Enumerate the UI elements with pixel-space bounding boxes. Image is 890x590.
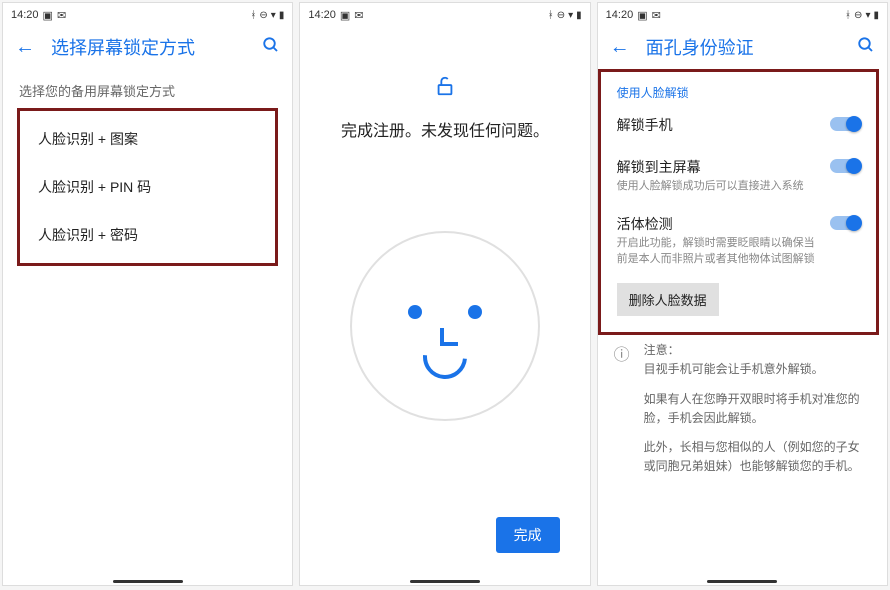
- option-face-password[interactable]: 人脸识别 + 密码: [20, 211, 275, 259]
- delete-face-data-button[interactable]: 删除人脸数据: [617, 283, 719, 316]
- wechat-icon: ✉: [652, 9, 661, 22]
- option-face-pattern[interactable]: 人脸识别 + 图案: [20, 115, 275, 163]
- app-bar-title: 选择屏幕锁定方式: [51, 34, 246, 60]
- unlock-icon: [300, 75, 589, 103]
- face-mouth: [414, 326, 476, 388]
- app-bar-title: 面孔身份验证: [646, 34, 841, 60]
- wifi-icon: ▾: [568, 10, 573, 21]
- setting-title: 活体检测: [617, 214, 820, 234]
- setting-desc: 开启此功能，解锁时需要眨眼睛以确保当前是本人而非照片或者其他物体试图解锁: [617, 236, 820, 267]
- registration-content: 完成注册。未发现任何问题。: [300, 25, 589, 421]
- wechat-icon: ✉: [354, 9, 363, 22]
- registration-message: 完成注册。未发现任何问题。: [300, 117, 589, 141]
- gallery-icon: ▣: [340, 9, 350, 22]
- toggle-unlock-home[interactable]: [830, 159, 860, 173]
- wifi-icon: ▾: [865, 10, 870, 21]
- lock-method-screen: 14:20 ▣ ✉ ᚼ ⊖ ▾ ▮ ← 选择屏幕锁定方式 选择您的备用屏幕锁定方…: [2, 2, 293, 586]
- back-button[interactable]: ←: [15, 36, 35, 59]
- status-time: 14:20: [606, 9, 634, 21]
- status-bar: 14:20 ▣ ✉ ᚼ ⊖ ▾ ▮: [598, 3, 887, 25]
- wifi-icon: ▾: [271, 10, 276, 21]
- info-p3: 此外，长相与您相似的人（例如您的子女或同胞兄弟姐妹）也能够解锁您的手机。: [644, 438, 871, 476]
- highlight-box: 使用人脸解锁 解锁手机 解锁到主屏幕 使用人脸解锁成功后可以直接进入系统 活体检…: [598, 69, 879, 335]
- battery-icon: ▮: [279, 10, 285, 21]
- toggle-liveness[interactable]: [830, 216, 860, 230]
- setting-unlock-phone[interactable]: 解锁手机: [601, 105, 876, 147]
- setting-title: 解锁手机: [617, 115, 820, 135]
- highlight-box: 人脸识别 + 图案 人脸识别 + PIN 码 人脸识别 + 密码: [17, 108, 278, 266]
- battery-icon: ▮: [873, 10, 879, 21]
- dnd-icon: ⊖: [557, 10, 565, 21]
- back-button[interactable]: ←: [610, 36, 630, 59]
- search-button[interactable]: [857, 36, 875, 59]
- app-bar: ← 选择屏幕锁定方式: [3, 25, 292, 69]
- bluetooth-icon: ᚼ: [845, 10, 851, 21]
- option-face-pin[interactable]: 人脸识别 + PIN 码: [20, 163, 275, 211]
- setting-liveness[interactable]: 活体检测 开启此功能，解锁时需要眨眼睛以确保当前是本人而非照片或者其他物体试图解…: [601, 204, 876, 277]
- app-bar: ← 面孔身份验证: [598, 25, 887, 69]
- face-eye-left: [408, 305, 422, 319]
- bluetooth-icon: ᚼ: [250, 10, 256, 21]
- info-heading: 注意：: [644, 343, 680, 357]
- setting-desc: 使用人脸解锁成功后可以直接进入系统: [617, 179, 820, 194]
- done-button[interactable]: 完成: [496, 517, 560, 553]
- wechat-icon: ✉: [57, 9, 66, 22]
- status-time: 14:20: [11, 9, 39, 21]
- gallery-icon: ▣: [637, 9, 647, 22]
- info-p1: 目视手机可能会让手机意外解锁。: [644, 362, 824, 376]
- status-bar: 14:20 ▣ ✉ ᚼ ⊖ ▾ ▮: [3, 3, 292, 25]
- face-auth-settings-screen: 14:20 ▣ ✉ ᚼ ⊖ ▾ ▮ ← 面孔身份验证 使用人脸解锁 解锁手机 解…: [597, 2, 888, 586]
- setting-title: 解锁到主屏幕: [617, 157, 820, 177]
- info-icon: ⓘ: [614, 341, 630, 486]
- status-bar: 14:20 ▣ ✉ ᚼ ⊖ ▾ ▮: [300, 3, 589, 25]
- section-label: 选择您的备用屏幕锁定方式: [3, 69, 292, 108]
- info-section: ⓘ 注意： 目视手机可能会让手机意外解锁。 如果有人在您睁开双眼时将手机对准您的脸…: [598, 335, 887, 492]
- dnd-icon: ⊖: [854, 10, 862, 21]
- face-eye-right: [468, 305, 482, 319]
- info-text: 注意： 目视手机可能会让手机意外解锁。 如果有人在您睁开双眼时将手机对准您的脸，手…: [644, 341, 871, 486]
- home-indicator[interactable]: [410, 580, 480, 583]
- search-button[interactable]: [262, 36, 280, 59]
- toggle-unlock-phone[interactable]: [830, 117, 860, 131]
- section-header: 使用人脸解锁: [601, 74, 876, 105]
- bluetooth-icon: ᚼ: [548, 10, 554, 21]
- dnd-icon: ⊖: [259, 10, 267, 21]
- setting-unlock-home[interactable]: 解锁到主屏幕 使用人脸解锁成功后可以直接进入系统: [601, 147, 876, 204]
- battery-icon: ▮: [576, 10, 582, 21]
- home-indicator[interactable]: [113, 580, 183, 583]
- info-p2: 如果有人在您睁开双眼时将手机对准您的脸，手机会因此解锁。: [644, 390, 871, 428]
- face-graphic: [350, 231, 540, 421]
- gallery-icon: ▣: [43, 9, 53, 22]
- status-time: 14:20: [308, 9, 336, 21]
- registration-complete-screen: 14:20 ▣ ✉ ᚼ ⊖ ▾ ▮ 完成注册。未发现任何问题。 完成: [299, 2, 590, 586]
- home-indicator[interactable]: [707, 580, 777, 583]
